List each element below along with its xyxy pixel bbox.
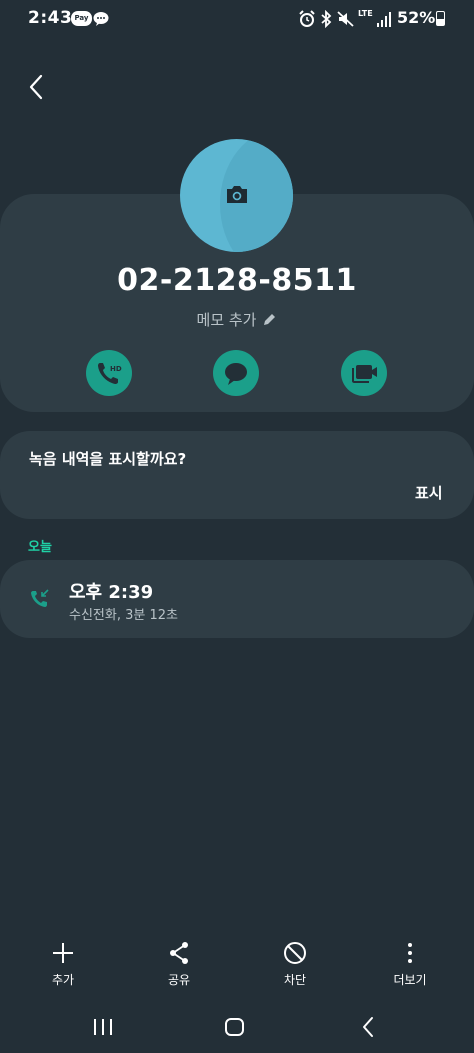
nav-back-icon[interactable] — [356, 1014, 382, 1040]
battery-percent: 52% — [397, 8, 436, 27]
talk-icon — [93, 12, 109, 26]
lte-icon: LTE — [358, 9, 373, 18]
more-vertical-icon — [408, 943, 412, 963]
call-detail: 수신전화, 3분 12초 — [69, 608, 178, 623]
status-bar: 2:43 Pay LTE 52% — [0, 0, 474, 38]
call-time: 오후 2:39 — [69, 582, 154, 603]
home-icon[interactable] — [222, 1014, 248, 1040]
add-label: 추가 — [51, 973, 75, 987]
back-button[interactable] — [24, 72, 50, 102]
memo-label: 메모 추가 — [196, 311, 257, 329]
message-button[interactable] — [213, 350, 259, 396]
block-label: 차단 — [283, 973, 307, 987]
more-button[interactable]: 더보기 — [370, 930, 450, 990]
pay-icon: Pay — [71, 11, 92, 26]
add-memo-button[interactable]: 메모 추가 — [0, 309, 474, 330]
video-call-icon — [352, 365, 377, 383]
phone-number: 02-2128-8511 — [117, 263, 357, 298]
recording-card — [0, 431, 474, 519]
show-recording-button[interactable]: 표시 — [415, 482, 443, 503]
incoming-call-icon — [31, 589, 49, 607]
video-call-button[interactable] — [341, 350, 387, 396]
recording-question: 녹음 내역을 표시할까요? — [29, 450, 187, 468]
block-icon — [284, 942, 306, 964]
alarm-icon — [299, 10, 315, 27]
mute-icon — [337, 11, 354, 27]
add-button[interactable]: 추가 — [23, 930, 103, 990]
plus-icon — [53, 943, 73, 963]
section-today: 오늘 — [28, 540, 52, 555]
share-label: 공유 — [167, 973, 191, 987]
share-button[interactable]: 공유 — [139, 930, 219, 990]
more-label: 더보기 — [393, 973, 427, 987]
bluetooth-icon — [321, 10, 332, 28]
message-icon — [225, 363, 247, 385]
hd-call-icon: HD — [98, 363, 122, 384]
signal-icon — [377, 12, 391, 27]
share-icon — [170, 942, 188, 964]
hd-call-button[interactable]: HD — [86, 350, 132, 396]
battery-icon — [436, 11, 445, 26]
camera-icon — [227, 186, 247, 203]
status-time: 2:43 — [28, 8, 73, 28]
block-button[interactable]: 차단 — [255, 930, 335, 990]
recent-apps-icon[interactable] — [90, 1014, 116, 1040]
svg-text:HD: HD — [110, 365, 122, 373]
pencil-icon — [264, 314, 276, 325]
